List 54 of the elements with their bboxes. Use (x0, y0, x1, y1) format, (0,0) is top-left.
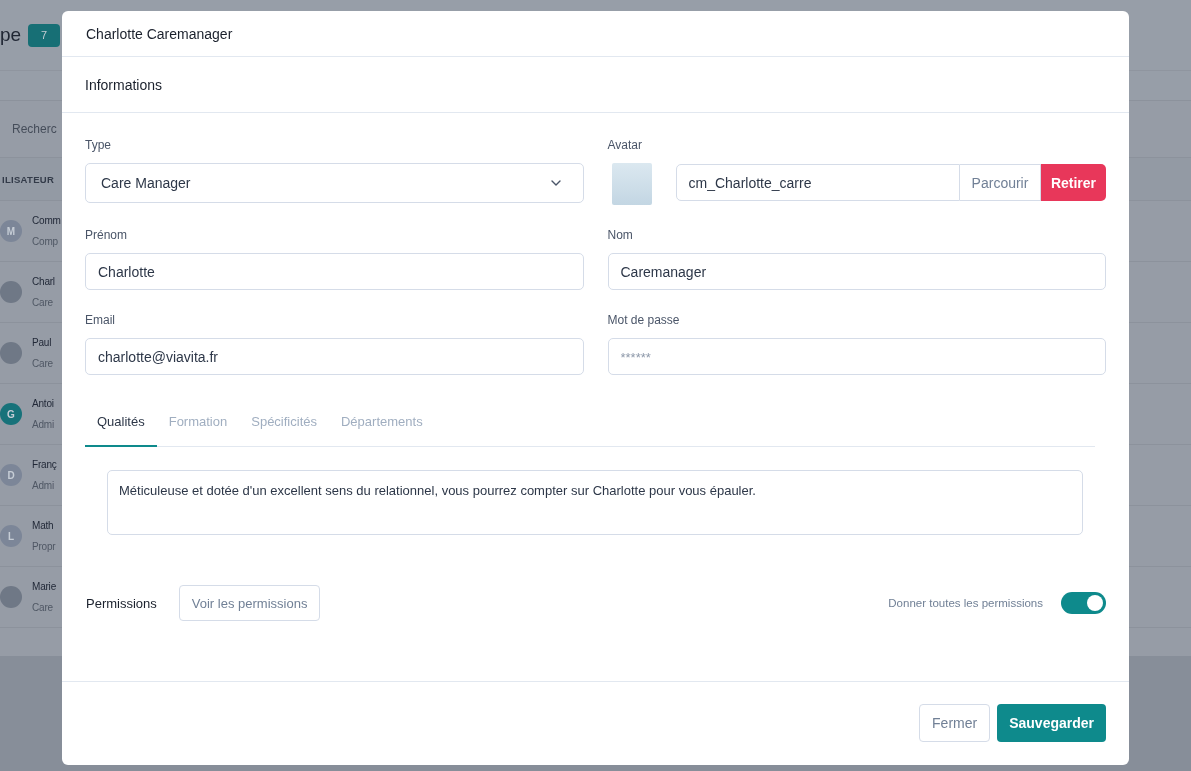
search-field[interactable]: Recherc (12, 122, 60, 136)
permissions-label: Permissions (86, 595, 157, 611)
user-name: Paul (32, 337, 53, 348)
close-button[interactable]: Fermer (919, 704, 991, 742)
field-label: Avatar (607, 138, 642, 152)
toggle-switch[interactable] (1061, 592, 1106, 614)
user-role: Care (32, 358, 53, 369)
text-field[interactable]: Charlotte (85, 253, 584, 290)
photo-placeholder (0, 281, 22, 303)
password-field[interactable]: ****** (607, 338, 1106, 375)
user-role: Comp (32, 236, 59, 247)
user-name: Math (32, 520, 55, 531)
initials-avatar: M (0, 220, 22, 242)
photo-placeholder (0, 586, 22, 608)
user-name: Franç (32, 459, 57, 470)
remove-button[interactable]: Retirer (1041, 164, 1106, 201)
browse-button[interactable]: Parcourir (960, 164, 1041, 201)
user-role: Care (32, 297, 54, 308)
modal-title: Charlotte Caremanager (86, 25, 233, 42)
user-name: Comm (32, 215, 61, 226)
photo-placeholder (611, 163, 652, 205)
save-button[interactable]: Sauvegarder (997, 704, 1106, 742)
text-field[interactable]: charlotte@viavita.fr (85, 338, 584, 375)
section-title: Informations (85, 76, 163, 93)
tab[interactable]: Formation (156, 399, 240, 447)
count-badge: 7 (28, 23, 61, 47)
initials-avatar: G (0, 403, 22, 425)
field-label: Prénom (85, 228, 128, 242)
field-label: Type (85, 138, 111, 152)
file-name-field[interactable]: cm_Charlotte_carre (675, 164, 960, 201)
view-permissions-button[interactable]: Voir les permissions (178, 585, 321, 621)
initials-avatar: L (0, 525, 22, 547)
user-role: Propr (32, 541, 56, 552)
tab[interactable]: Départements (329, 399, 435, 447)
chevron-down-icon (550, 180, 561, 186)
user-role: Care (32, 602, 54, 613)
tab[interactable]: Qualités (85, 399, 157, 447)
field-label: Email (85, 313, 115, 327)
column-header: ILISATEUR (2, 173, 55, 185)
photo-placeholder (0, 342, 22, 364)
user-role: Admi (32, 480, 55, 491)
type-select[interactable]: Care Manager (85, 163, 584, 203)
text-field[interactable]: Caremanager (607, 253, 1106, 290)
qualities-textarea[interactable]: Méticuleuse et dotée d'un excellent sens du relationnel, vous pourrez compter sur Charlotte pour vous épauler. (107, 470, 1083, 535)
field-label: Nom (607, 228, 633, 242)
toggle-label: Donner toutes les permissions (888, 597, 1043, 609)
field-label: Mot de passe (607, 313, 680, 327)
user-role: Admi (32, 419, 54, 430)
initials-avatar: D (0, 464, 22, 486)
user-name: Charl (32, 276, 55, 287)
user-name: Marie (32, 581, 56, 592)
tab[interactable]: Spécificités (239, 399, 329, 447)
page-title: pe (0, 24, 22, 46)
user-name: Antoi (32, 398, 54, 409)
